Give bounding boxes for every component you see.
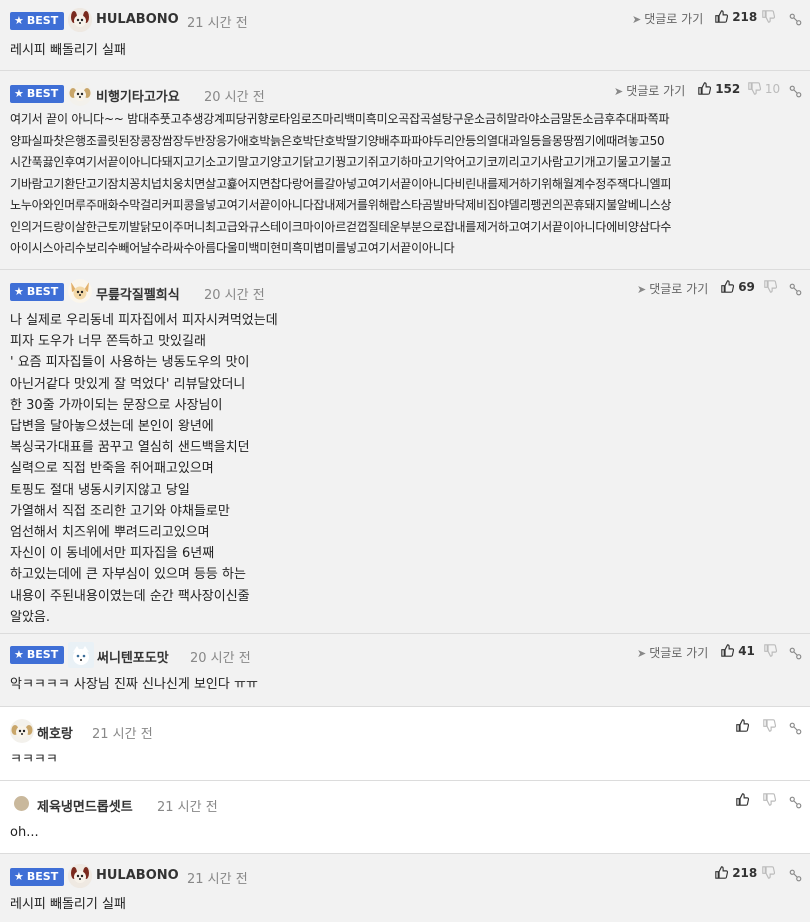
avatar xyxy=(68,642,94,668)
upvote-button[interactable]: 152 xyxy=(698,82,740,96)
thumbs-down-icon xyxy=(763,719,776,732)
downvote-button[interactable] xyxy=(762,10,775,24)
go-to-reply-link[interactable]: ➤ 댓글로 가기 xyxy=(632,10,703,27)
downvote-button[interactable] xyxy=(764,644,777,658)
star-icon: ★ xyxy=(14,14,24,27)
downvote-button[interactable] xyxy=(764,280,777,294)
comment-text: oh... xyxy=(10,825,39,840)
more-icon[interactable] xyxy=(789,281,802,300)
more-icon[interactable] xyxy=(789,867,802,886)
thumbs-up-icon xyxy=(715,866,728,879)
best-comment: ★ BEST 비행기타고가요 20 시간 전 ➤ 댓글로 가기 152 10 여기서… xyxy=(0,71,810,269)
best-badge: ★ BEST xyxy=(10,12,65,30)
comment: 해호랑 21 시간 전 ㅋㅋㅋㅋ xyxy=(0,707,810,780)
best-badge: ★ BEST xyxy=(10,283,65,301)
thumbs-down-icon xyxy=(763,793,776,806)
upvote-button[interactable]: 218 xyxy=(715,10,757,24)
downvote-button[interactable] xyxy=(762,866,775,880)
star-icon: ★ xyxy=(14,870,24,883)
comment-text: 여기서 끝이 아니다~~ 밤대추풋고추생강계피당귀향로타임로즈마리백미흑미오곡잡… xyxy=(10,112,672,255)
best-badge: ★ BEST xyxy=(10,646,65,664)
upvote-button[interactable]: 69 xyxy=(721,280,755,294)
go-to-reply-link[interactable]: ➤ 댓글로 가기 xyxy=(637,280,708,297)
best-comment: ★ BEST 써니텐포도맛 20 시간 전 ➤ 댓글로 가기 41 악ㅋㅋㅋㅋ 사장… xyxy=(0,634,810,706)
upvote-count: 41 xyxy=(738,644,755,658)
timestamp: 21 시간 전 xyxy=(187,16,248,31)
timestamp: 20 시간 전 xyxy=(190,651,251,666)
avatar xyxy=(68,82,92,106)
timestamp: 20 시간 전 xyxy=(204,90,265,105)
comment-text: 나 실제로 우리동네 피자집에서 피자시켜먹었는데 피자 도우가 너무 쫀득하고… xyxy=(10,313,278,625)
best-comment: ★ BEST HULABONO 21 시간 전 ➤ 댓글로 가기 218 레시피 빼… xyxy=(0,0,810,70)
arrow-icon: ➤ xyxy=(614,85,624,98)
upvote-count: 152 xyxy=(715,82,741,96)
thumbs-up-icon xyxy=(698,82,711,95)
upvote-button[interactable] xyxy=(736,719,749,733)
thumbs-down-icon xyxy=(764,280,777,293)
timestamp: 21 시간 전 xyxy=(187,872,248,887)
star-icon: ★ xyxy=(14,285,24,298)
arrow-icon: ➤ xyxy=(637,283,647,296)
thumbs-up-icon xyxy=(721,644,734,657)
comment-text: 악ㅋㅋㅋㅋ 사장님 진짜 신나신게 보인다 ㅠㅠ xyxy=(10,677,258,692)
go-to-reply-link[interactable]: ➤ 댓글로 가기 xyxy=(637,644,708,661)
nickname[interactable]: 제육냉면드롭셋트 xyxy=(37,796,133,815)
timestamp: 21 시간 전 xyxy=(157,800,218,815)
thumbs-down-icon xyxy=(762,10,775,23)
nickname[interactable]: 해호랑 xyxy=(37,723,73,742)
best-comment: ★ BEST HULABONO 21 시간 전 218 레시피 빼돌리기 실패 xyxy=(0,854,810,922)
nickname[interactable]: 비행기타고가요 xyxy=(96,86,180,105)
more-icon[interactable] xyxy=(789,83,802,102)
star-icon: ★ xyxy=(14,648,24,661)
thumbs-up-icon xyxy=(715,10,728,23)
thumbs-up-icon xyxy=(721,280,734,293)
upvote-count: 218 xyxy=(732,10,758,24)
more-icon[interactable] xyxy=(789,645,802,664)
arrow-icon: ➤ xyxy=(632,13,642,26)
nickname[interactable]: 써니텐포도맛 xyxy=(97,647,169,666)
upvote-button[interactable] xyxy=(736,793,749,807)
timestamp: 20 시간 전 xyxy=(204,288,265,303)
more-icon[interactable] xyxy=(789,11,802,30)
avatar xyxy=(68,279,92,303)
nickname[interactable]: HULABONO xyxy=(96,868,179,883)
comment: 제육냉면드롭셋트 21 시간 전 oh... xyxy=(0,781,810,853)
comment-text: ㅋㅋㅋㅋ xyxy=(10,752,58,767)
downvote-count: 10 xyxy=(764,82,781,96)
upvote-button[interactable]: 218 xyxy=(715,866,757,880)
more-icon[interactable] xyxy=(789,794,802,813)
avatar xyxy=(68,8,92,32)
nickname[interactable]: HULABONO xyxy=(96,12,179,27)
nickname[interactable]: 무릎각질펠희식 xyxy=(96,284,180,303)
avatar xyxy=(14,796,29,811)
downvote-button[interactable]: 10 xyxy=(748,82,780,96)
thumbs-down-icon xyxy=(748,82,761,95)
thumbs-up-icon xyxy=(736,719,749,732)
downvote-button[interactable] xyxy=(763,719,776,733)
thumbs-down-icon xyxy=(764,644,777,657)
upvote-count: 218 xyxy=(732,866,758,880)
best-badge: ★ BEST xyxy=(10,868,65,886)
comment-text: 레시피 빼돌리기 실패 xyxy=(10,897,126,912)
star-icon: ★ xyxy=(14,87,24,100)
upvote-count: 69 xyxy=(738,280,755,294)
avatar xyxy=(10,719,34,743)
arrow-icon: ➤ xyxy=(637,647,647,660)
best-comment: ★ BEST 무릎각질펠희식 20 시간 전 ➤ 댓글로 가기 69 나 실제로 우… xyxy=(0,270,810,633)
go-to-reply-link[interactable]: ➤ 댓글로 가기 xyxy=(614,82,685,99)
more-icon[interactable] xyxy=(789,720,802,739)
thumbs-down-icon xyxy=(762,866,775,879)
comment-text: 레시피 빼돌리기 실패 xyxy=(10,43,126,58)
thumbs-up-icon xyxy=(736,793,749,806)
timestamp: 21 시간 전 xyxy=(92,727,153,742)
avatar xyxy=(68,864,92,888)
best-badge: ★ BEST xyxy=(10,85,65,103)
upvote-button[interactable]: 41 xyxy=(721,644,755,658)
downvote-button[interactable] xyxy=(763,793,776,807)
